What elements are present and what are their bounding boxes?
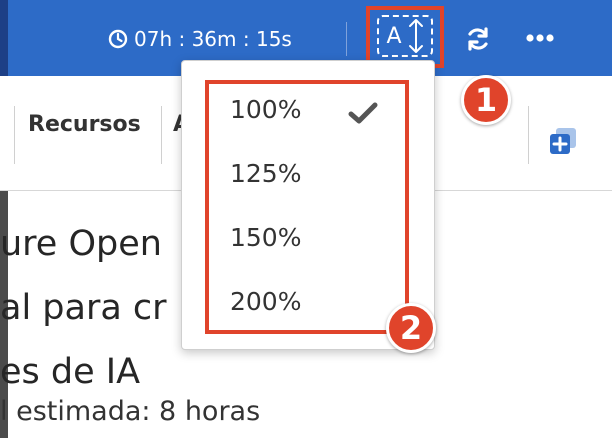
- tab-divider: [528, 106, 529, 164]
- tab-divider: [161, 106, 162, 164]
- step-marker-1: 1: [461, 75, 511, 125]
- lab-timer: 07h : 36m : 15s: [108, 26, 292, 52]
- estimated-duration: l estimada: 8 horas: [0, 396, 261, 427]
- step-marker-2: 2: [386, 303, 436, 353]
- timer-text: 07h : 36m : 15s: [134, 27, 292, 51]
- tab-divider: [14, 106, 15, 164]
- highlight-box-options: [205, 80, 409, 334]
- header-divider: [346, 22, 347, 56]
- more-options-icon[interactable]: [525, 30, 555, 46]
- refresh-icon[interactable]: [464, 25, 492, 53]
- highlight-box-font-size: [366, 6, 444, 68]
- clock-icon: [108, 29, 128, 49]
- add-window-icon[interactable]: [548, 126, 578, 156]
- left-edge-top: [0, 0, 8, 76]
- tab-recursos[interactable]: Recursos: [28, 112, 141, 137]
